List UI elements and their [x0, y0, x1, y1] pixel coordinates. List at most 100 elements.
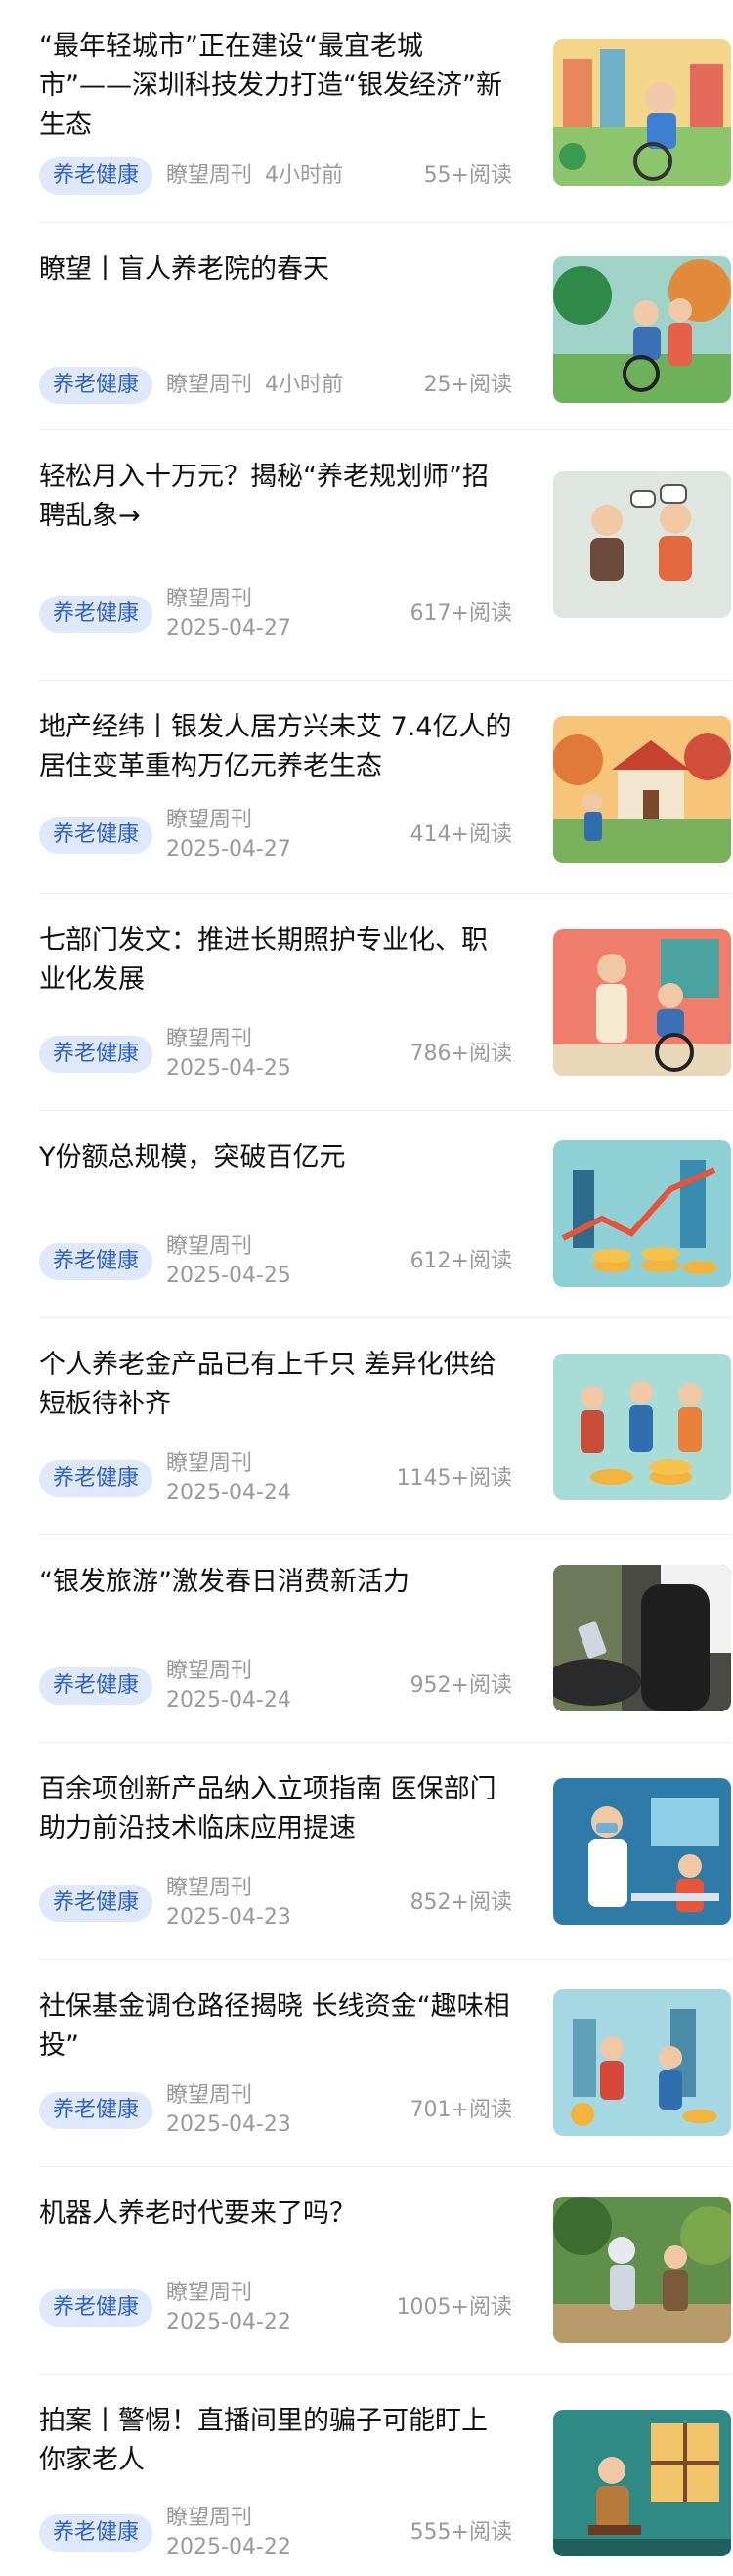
elderly-couple-talking-icon[interactable] — [553, 471, 731, 618]
elderly-wheelchair-city-icon[interactable] — [553, 39, 731, 186]
category-tag[interactable]: 养老健康 — [39, 596, 153, 633]
category-tag[interactable]: 养老健康 — [39, 1036, 153, 1073]
article-meta: 养老健康 瞭望周刊 4小时前 55+阅读 — [39, 147, 512, 205]
read-count: 786+阅读 — [410, 1042, 512, 1066]
article-meta: 养老健康 瞭望周刊 2025-04-27 414+阅读 — [39, 806, 512, 865]
article-meta: 养老健康 瞭望周刊 2025-04-23 852+阅读 — [39, 1874, 512, 1932]
read-count: 55+阅读 — [423, 163, 512, 188]
publish-time: 4小时前 — [265, 373, 344, 397]
source-info: 瞭望周刊 4小时前 — [166, 371, 343, 400]
source-info: 瞭望周刊 2025-04-22 — [166, 2279, 291, 2337]
list-item[interactable]: Y份额总规模，突破百亿元 养老健康 瞭望周刊 2025-04-25 612+阅读 — [39, 1111, 731, 1318]
article-meta: 养老健康 瞭望周刊 2025-04-25 612+阅读 — [39, 1232, 512, 1291]
article-title[interactable]: Y份额总规模，突破百亿元 — [39, 1138, 512, 1177]
wheelchair-park-icon[interactable] — [553, 256, 731, 403]
article-title[interactable]: 百余项创新产品纳入立项指南 医保部门助力前沿技术临床应用提速 — [39, 1770, 512, 1848]
elderly-window-icon[interactable] — [553, 2410, 731, 2556]
publish-time: 2025-04-22 — [166, 2310, 291, 2334]
investors-city-icon[interactable] — [553, 1989, 731, 2136]
list-item[interactable]: 七部门发文：推进长期照护专业化、职业化发展 养老健康 瞭望周刊 2025-04-… — [39, 894, 731, 1111]
list-item[interactable]: 百余项创新产品纳入立项指南 医保部门助力前沿技术临床应用提速 养老健康 瞭望周刊… — [39, 1743, 731, 1960]
article-title[interactable]: “最年轻城市”正在建设“最宜老城市”——深圳科技发力打造“银发经济”新生态 — [39, 27, 512, 145]
category-tag[interactable]: 养老健康 — [39, 2514, 153, 2552]
article-title[interactable]: “银发旅游”激发春日消费新活力 — [39, 1563, 512, 1602]
list-item[interactable]: 机器人养老时代要来了吗？ 养老健康 瞭望周刊 2025-04-22 1005+阅… — [39, 2167, 731, 2375]
source-name: 瞭望周刊 — [166, 2083, 253, 2108]
source-info: 瞭望周刊 2025-04-22 — [166, 2504, 291, 2562]
publish-time: 2025-04-25 — [166, 1264, 291, 1288]
source-info: 瞭望周刊 2025-04-25 — [166, 1232, 291, 1291]
source-name: 瞭望周刊 — [166, 1027, 253, 1051]
category-tag[interactable]: 养老健康 — [39, 2092, 153, 2129]
article-title[interactable]: 七部门发文：推进长期照护专业化、职业化发展 — [39, 921, 512, 999]
robot-garden-icon[interactable] — [553, 2197, 731, 2343]
publish-time: 2025-04-25 — [166, 1056, 291, 1081]
doctor-lab-icon[interactable] — [553, 1778, 731, 1925]
source-name: 瞭望周刊 — [166, 2506, 253, 2530]
category-tag[interactable]: 养老健康 — [39, 1885, 153, 1922]
category-tag[interactable]: 养老健康 — [39, 157, 153, 195]
source-info: 瞭望周刊 2025-04-23 — [166, 2081, 291, 2140]
article-title[interactable]: 机器人养老时代要来了吗？ — [39, 2195, 512, 2234]
article-meta: 养老健康 瞭望周刊 2025-04-24 1145+阅读 — [39, 1449, 512, 1508]
article-title[interactable]: 地产经纬丨银发人居方兴未艾 7.4亿人的居住变革重构万亿元养老生态 — [39, 708, 512, 786]
read-count: 852+阅读 — [410, 1890, 512, 1915]
source-name: 瞭望周刊 — [166, 808, 253, 832]
publish-time: 2025-04-22 — [166, 2535, 291, 2559]
source-name: 瞭望周刊 — [166, 1876, 253, 1900]
article-meta: 养老健康 瞭望周刊 2025-04-25 786+阅读 — [39, 1025, 512, 1084]
category-tag[interactable]: 养老健康 — [39, 817, 153, 854]
source-name: 瞭望周刊 — [166, 2281, 253, 2305]
category-tag[interactable]: 养老健康 — [39, 2289, 153, 2327]
article-meta: 养老健康 瞭望周刊 2025-04-23 701+阅读 — [39, 2081, 512, 2140]
list-item[interactable]: 地产经纬丨银发人居方兴未艾 7.4亿人的居住变革重构万亿元养老生态 养老健康 瞭… — [39, 681, 731, 894]
article-title[interactable]: 瞭望丨盲人养老院的春天 — [39, 250, 512, 289]
read-count: 555+阅读 — [410, 2520, 512, 2545]
publish-time: 2025-04-23 — [166, 2112, 291, 2137]
caregiver-room-icon[interactable] — [553, 929, 731, 1076]
article-title[interactable]: 拍案丨警惕！直播间里的骗子可能盯上你家老人 — [39, 2402, 512, 2480]
article-meta: 养老健康 瞭望周刊 2025-04-27 617+阅读 — [39, 585, 512, 644]
list-item[interactable]: 瞭望丨盲人养老院的春天 养老健康 瞭望周刊 4小时前 25+阅读 — [39, 223, 731, 430]
read-count: 25+阅读 — [423, 373, 512, 397]
list-item[interactable]: “银发旅游”激发春日消费新活力 养老健康 瞭望周刊 2025-04-24 952… — [39, 1535, 731, 1743]
category-tag[interactable]: 养老健康 — [39, 367, 153, 404]
list-item[interactable]: “最年轻城市”正在建设“最宜老城市”——深圳科技发力打造“银发经济”新生态 养老… — [39, 0, 731, 223]
source-name: 瞭望周刊 — [166, 587, 253, 611]
category-tag[interactable]: 养老健康 — [39, 1460, 153, 1497]
article-title[interactable]: 轻松月入十万元？揭秘“养老规划师”招聘乱象→ — [39, 458, 512, 536]
source-info: 瞭望周刊 2025-04-24 — [166, 1657, 291, 1715]
publish-time: 2025-04-23 — [166, 1905, 291, 1930]
list-item[interactable]: 个人养老金产品已有上千只 差异化供给短板待补齐 养老健康 瞭望周刊 2025-0… — [39, 1318, 731, 1535]
house-elderly-icon[interactable] — [553, 716, 731, 863]
publish-time: 4小时前 — [265, 163, 344, 188]
source-info: 瞭望周刊 2025-04-27 — [166, 585, 291, 644]
source-info: 瞭望周刊 4小时前 — [166, 161, 343, 191]
list-item[interactable]: 社保基金调仓路径揭晓 长线资金“趣味相投” 养老健康 瞭望周刊 2025-04-… — [39, 1960, 731, 2167]
source-name: 瞭望周刊 — [166, 1451, 253, 1476]
list-item[interactable]: 拍案丨警惕！直播间里的骗子可能盯上你家老人 养老健康 瞭望周刊 2025-04-… — [39, 2375, 731, 2576]
coins-chart-icon[interactable] — [553, 1140, 731, 1287]
read-count: 701+阅读 — [410, 2098, 512, 2122]
news-feed: “最年轻城市”正在建设“最宜老城市”——深圳科技发力打造“银发经济”新生态 养老… — [0, 0, 733, 2576]
read-count: 414+阅读 — [410, 822, 512, 847]
article-title[interactable]: 个人养老金产品已有上千只 差异化供给短板待补齐 — [39, 1346, 512, 1424]
tourist-phone-icon[interactable] — [553, 1565, 731, 1711]
read-count: 617+阅读 — [410, 601, 512, 626]
read-count: 612+阅读 — [410, 1249, 512, 1273]
source-info: 瞭望周刊 2025-04-24 — [166, 1449, 291, 1508]
publish-time: 2025-04-24 — [166, 1481, 291, 1505]
article-meta: 养老健康 瞭望周刊 2025-04-22 555+阅读 — [39, 2504, 512, 2562]
category-tag[interactable]: 养老健康 — [39, 1667, 153, 1705]
article-meta: 养老健康 瞭望周刊 2025-04-24 952+阅读 — [39, 1657, 512, 1715]
publish-time: 2025-04-27 — [166, 616, 291, 641]
publish-time: 2025-04-27 — [166, 837, 291, 862]
list-item[interactable]: 轻松月入十万元？揭秘“养老规划师”招聘乱象→ 养老健康 瞭望周刊 2025-04… — [39, 430, 731, 681]
article-title[interactable]: 社保基金调仓路径揭晓 长线资金“趣味相投” — [39, 1987, 512, 2065]
source-info: 瞭望周刊 2025-04-25 — [166, 1025, 291, 1084]
people-coins-icon[interactable] — [553, 1354, 731, 1500]
source-name: 瞭望周刊 — [166, 163, 253, 188]
source-name: 瞭望周刊 — [166, 373, 253, 397]
category-tag[interactable]: 养老健康 — [39, 1243, 153, 1280]
source-info: 瞭望周刊 2025-04-27 — [166, 806, 291, 865]
